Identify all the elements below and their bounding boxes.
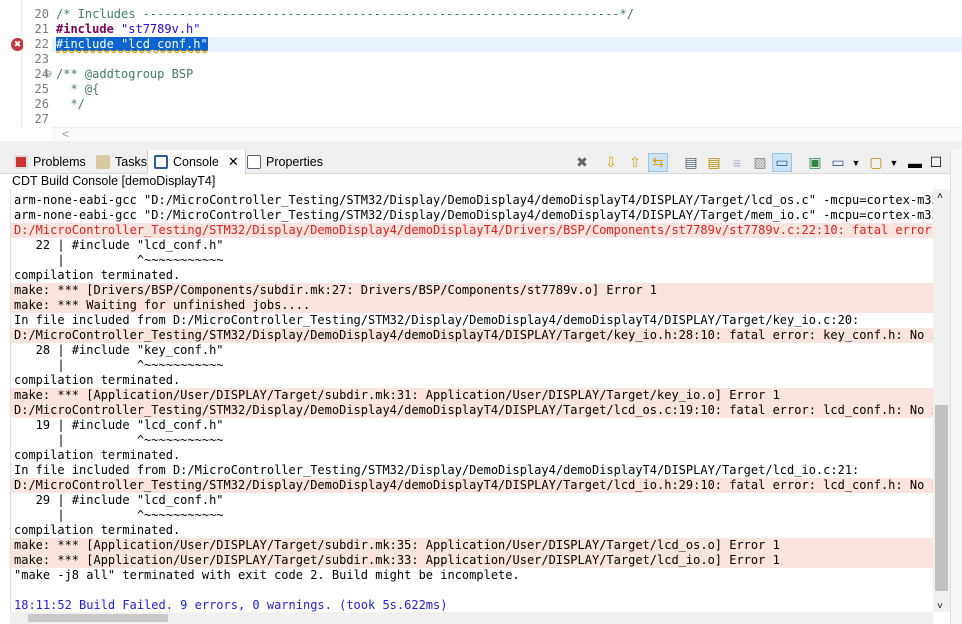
panel-separator[interactable] [0,141,962,150]
chevron-up-icon[interactable]: ˄ [937,191,943,202]
console-line: In file included from D:/MicroController… [14,313,860,327]
line-number: 23 [34,52,49,66]
line-number: 21 [34,22,49,36]
console-line: | ^~~~~~~~~~~~ [14,358,224,372]
tab-properties[interactable]: Properties [241,150,329,174]
minimize-icon[interactable]: ▬ [905,153,925,172]
console-line: In file included from D:/MicroController… [14,463,860,477]
console-line: | ^~~~~~~~~~~~ [14,253,224,267]
console-line: 19 | #include "lcd_conf.h" [14,418,224,432]
word-wrap-icon[interactable]: ⇆ [648,153,668,172]
clear-console-icon[interactable]: ✖ [572,153,592,172]
tab-problems[interactable]: Problems [8,150,92,174]
line-number: 20 [34,7,49,21]
code-editor[interactable]: ✖ 20 21 22 23 24 ⊖ 25 26 27 /* Includes --------… [0,0,962,141]
console-line: D:/MicroController_Testing/STM32/Display… [11,478,933,493]
new-console-icon[interactable]: ▢ [866,153,886,172]
code-line: #include "st7789v.h" [56,22,201,37]
line-numbers: 20 21 22 23 24 ⊖ 25 26 27 [23,0,52,127]
console-line: D:/MicroController_Testing/STM32/Display… [11,328,933,343]
tab-console[interactable]: Console ✕ [147,150,246,174]
code-token: "st7789v.h" [121,22,201,36]
chevron-down-icon[interactable]: ˅ [937,601,943,612]
scroll-down-arrow-icon[interactable]: ⇩ [601,153,621,172]
console-horizontal-scrollbar[interactable] [10,612,933,624]
scroll-up-arrow-icon[interactable]: ⇧ [625,153,645,172]
show-console-icon[interactable]: ▭ [772,153,792,172]
console-output[interactable]: arm-none-eabi-gcc "D:/MicroController_Te… [10,189,933,612]
code-line: /** @addtogroup BSP [56,67,193,82]
view-tab-bar: Problems Tasks Console ✕ Properties ✖ ⇩ ⇧… [0,150,962,174]
tab-label: Properties [266,155,323,169]
problems-icon [14,155,28,169]
console-line: D:/MicroController_Testing/STM32/Display… [11,403,933,418]
editor-horizontal-scrollbar[interactable]: < [52,127,962,141]
code-token: #include "lcd_conf.h" [56,37,208,51]
code-token: /** @addtogroup BSP [56,67,194,81]
console-line: arm-none-eabi-gcc "D:/MicroController_Te… [14,193,933,207]
console-line: 18:11:52 Build Failed. 9 errors, 0 warni… [14,598,448,612]
lines-icon[interactable]: ≡ [727,153,747,172]
console-line: compilation terminated. [14,448,181,462]
console-line: arm-none-eabi-gcc "D:/MicroController_Te… [14,208,933,222]
code-line: #include "lcd_conf.h" [56,37,208,52]
lock-icon[interactable]: ▤ [704,153,724,172]
remove-icon[interactable]: ▧ [750,153,770,172]
tasks-icon [96,155,110,169]
console-line: 22 | #include "lcd_conf.h" [14,238,224,252]
scrollbar-thumb[interactable] [935,405,948,591]
line-number: 25 [34,82,49,96]
tab-label: Problems [33,155,86,169]
console-icon [154,155,168,169]
console-line: "make -j8 all" terminated with exit code… [14,568,520,582]
maximize-icon[interactable]: ☐ [926,153,946,172]
console-line: 28 | #include "key_conf.h" [14,343,224,357]
console-line: make: *** [Application/User/DISPLAY/Targ… [11,538,933,553]
console-line: compilation terminated. [14,373,181,387]
code-line: */ [56,97,85,112]
line-number: 27 [34,112,49,126]
console-line: | ^~~~~~~~~~~~ [14,433,224,447]
scrollbar-thumb[interactable] [28,614,168,622]
console-line: make: *** [Application/User/DISPLAY/Targ… [11,388,933,403]
chevron-down-icon[interactable]: ▼ [884,153,904,172]
side-panel-edge [950,150,962,624]
pin-console-icon[interactable]: ▣ [805,153,825,172]
code-token: */ [56,97,85,111]
save-icon[interactable]: ▤ [681,153,701,172]
code-line: /* Includes ----------------------------… [56,7,634,22]
chevron-down-icon[interactable]: ▼ [846,153,866,172]
tab-label: Console [173,155,219,169]
fold-toggle-icon[interactable]: ⊖ [44,67,52,82]
console-line: make: *** Waiting for unfinished jobs...… [11,298,933,313]
scroll-left-arrow-icon[interactable]: < [62,127,69,141]
console-line: D:/MicroController_Testing/STM32/Display… [11,223,933,238]
code-line: * @{ [56,82,99,97]
console-line: make: *** [Application/User/DISPLAY/Targ… [11,553,933,568]
properties-icon [247,155,261,169]
close-icon[interactable]: ✕ [228,154,239,170]
code-token: /* Includes ----------------------------… [56,7,634,21]
code-token: #include [56,22,114,36]
line-number: 22 [34,37,49,51]
console-line: 29 | #include "lcd_conf.h" [14,493,224,507]
console-title: CDT Build Console [demoDisplayT4] [0,174,962,189]
line-number: 26 [34,97,49,111]
tab-label: Tasks [115,155,147,169]
editor-gutter: ✖ [0,0,24,127]
display-console-icon[interactable]: ▭ [828,153,848,172]
console-line: make: *** [Drivers/BSP/Components/subdir… [11,283,933,298]
console-line: compilation terminated. [14,268,181,282]
tab-tasks[interactable]: Tasks [90,150,153,174]
console-vertical-scrollbar[interactable]: ˄ ˅ [933,189,950,612]
code-token: * @{ [56,82,100,96]
console-line: compilation terminated. [14,523,181,537]
console-line: | ^~~~~~~~~~~~ [14,508,224,522]
